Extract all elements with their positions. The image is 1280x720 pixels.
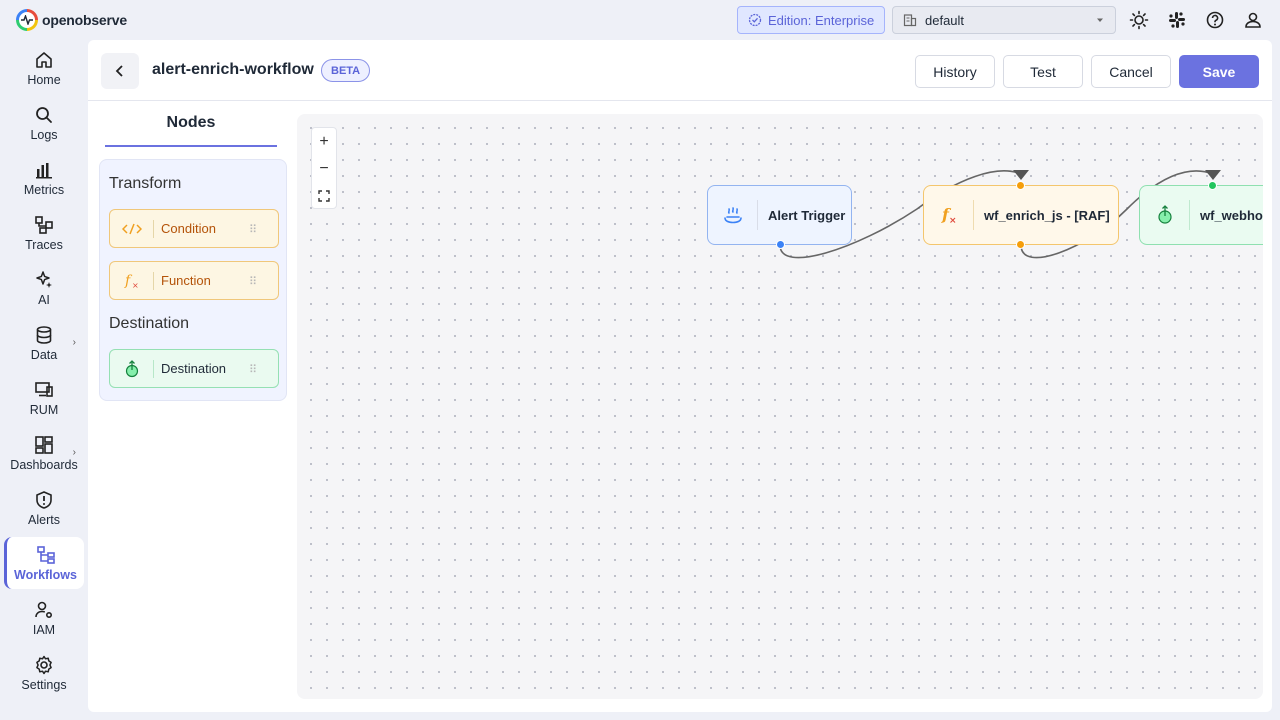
chevron-right-icon: › <box>72 447 76 458</box>
workflow-icon <box>36 545 55 564</box>
sidebar-item-alerts[interactable]: Alerts <box>4 482 84 534</box>
devices-icon <box>35 381 53 397</box>
sidebar-item-label: AI <box>38 292 50 307</box>
drag-handle-icon[interactable]: ⠿ <box>249 223 257 236</box>
user-icon[interactable] <box>1242 9 1264 31</box>
dashboard-icon <box>35 435 53 454</box>
condition-label: Condition <box>161 221 216 236</box>
sidebar-item-logs[interactable]: Logs <box>4 97 84 149</box>
edge-arrow-icon <box>1205 170 1221 180</box>
sidebar-item-iam[interactable]: IAM <box>4 592 84 644</box>
home-icon <box>36 51 52 68</box>
test-button[interactable]: Test <box>1003 55 1083 88</box>
org-select[interactable]: default <box>892 6 1116 34</box>
workflow-canvas[interactable]: + − Alert Trigger f × wf_enrich_js - [RAF… <box>297 114 1263 699</box>
logo-icon <box>16 9 38 31</box>
sidebar-item-home[interactable]: Home <box>4 42 84 94</box>
sidebar-item-data[interactable]: Data › <box>4 317 84 369</box>
user-gear-icon <box>35 601 53 618</box>
slack-icon[interactable] <box>1166 9 1188 31</box>
palette-item-condition[interactable]: Condition ⠿ <box>109 209 279 248</box>
workflow-editor: alert-enrich-workflow BETA History Test … <box>88 40 1272 712</box>
edition-label: Edition: Enterprise <box>768 12 875 28</box>
node-function[interactable]: f × wf_enrich_js - [RAF] <box>923 181 1119 249</box>
building-icon <box>903 14 917 27</box>
trigger-icon <box>708 200 758 230</box>
logo-text: openobserve <box>42 12 127 28</box>
sidebar-item-label: Alerts <box>28 512 60 527</box>
node-webhook-destination[interactable]: wf_webhoo <box>1139 181 1263 245</box>
sidebar-item-workflows[interactable]: Workflows <box>4 537 84 589</box>
input-handle[interactable] <box>1016 181 1025 190</box>
node-label: Alert Trigger <box>768 207 846 223</box>
badge-check-icon <box>748 13 762 27</box>
alert-shield-icon <box>36 490 52 509</box>
database-icon <box>36 325 52 344</box>
node-alert-trigger[interactable]: Alert Trigger <box>707 185 852 249</box>
sidebar-item-label: IAM <box>32 622 56 637</box>
chevron-left-icon <box>115 65 123 77</box>
beta-badge: BETA <box>321 59 371 82</box>
function-label: Function <box>161 273 211 288</box>
sidebar-item-label: Data <box>30 347 58 362</box>
sidebar-item-settings[interactable]: Settings <box>4 647 84 699</box>
svg-text:×: × <box>132 281 139 290</box>
output-handle[interactable] <box>1016 240 1025 249</box>
drag-handle-icon[interactable]: ⠿ <box>249 275 257 288</box>
chevron-right-icon: › <box>72 337 76 348</box>
sidebar-item-dashboards[interactable]: Dashboards › <box>4 427 84 479</box>
edition-badge[interactable]: Edition: Enterprise <box>737 6 885 34</box>
destination-icon <box>110 359 154 378</box>
history-button[interactable]: History <box>915 55 995 88</box>
sidebar-item-label: Logs <box>30 127 58 142</box>
sparkle-icon <box>36 270 52 288</box>
sidebar-item-ai[interactable]: AI <box>4 262 84 314</box>
node-label: wf_webhoo <box>1200 207 1263 223</box>
sidebar-item-label: Settings <box>21 677 67 692</box>
sidebar-item-label: RUM <box>29 402 59 417</box>
search-icon <box>36 106 52 123</box>
sidebar-item-traces[interactable]: Traces <box>4 207 84 259</box>
sidebar-item-label: Dashboards <box>10 457 78 472</box>
sun-icon[interactable] <box>1128 9 1150 31</box>
drag-handle-icon[interactable]: ⠿ <box>249 363 257 376</box>
back-button[interactable] <box>101 53 139 89</box>
destination-label: Destination <box>161 361 227 376</box>
function-icon: f × <box>924 200 974 230</box>
chevron-down-icon <box>1097 18 1103 22</box>
node-label: wf_enrich_js - [RAF] <box>984 207 1110 223</box>
sidebar: Home Logs Metrics Traces AI Data › RUM D… <box>0 40 88 720</box>
destination-icon <box>1140 200 1190 230</box>
transform-section-title: Transform <box>109 175 182 192</box>
node-palette: Transform Condition ⠿ f × Function ⠿ Dest… <box>99 159 287 401</box>
help-icon[interactable] <box>1204 9 1226 31</box>
sidebar-item-label: Home <box>27 72 61 87</box>
logo[interactable]: openobserve <box>16 9 127 31</box>
bar-chart-icon <box>36 162 52 178</box>
org-value: default <box>925 12 965 28</box>
sidebar-item-metrics[interactable]: Metrics <box>4 152 84 204</box>
sidebar-item-label: Traces <box>25 237 63 252</box>
sidebar-item-rum[interactable]: RUM <box>4 372 84 424</box>
cancel-button[interactable]: Cancel <box>1091 55 1171 88</box>
sidebar-item-label: Metrics <box>23 182 65 197</box>
gear-icon <box>36 655 52 674</box>
edge-arrow-icon <box>1013 170 1029 180</box>
output-handle[interactable] <box>776 240 785 249</box>
save-button[interactable]: Save <box>1179 55 1259 88</box>
destination-section-title: Destination <box>109 315 190 332</box>
function-icon: f × <box>110 271 154 290</box>
palette-item-function[interactable]: f × Function ⠿ <box>109 261 279 300</box>
sidebar-item-label: Workflows <box>14 567 77 582</box>
traces-icon <box>35 215 53 234</box>
editor-header: alert-enrich-workflow BETA History Test … <box>88 40 1272 101</box>
svg-text:×: × <box>949 216 957 225</box>
code-icon <box>110 219 154 238</box>
tab-nodes[interactable]: Nodes <box>105 114 277 147</box>
palette-item-destination[interactable]: Destination ⠿ <box>109 349 279 388</box>
workflow-title: alert-enrich-workflow <box>152 61 314 78</box>
input-handle[interactable] <box>1208 181 1217 190</box>
top-bar: openobserve Edition: Enterprise default <box>0 0 1280 40</box>
